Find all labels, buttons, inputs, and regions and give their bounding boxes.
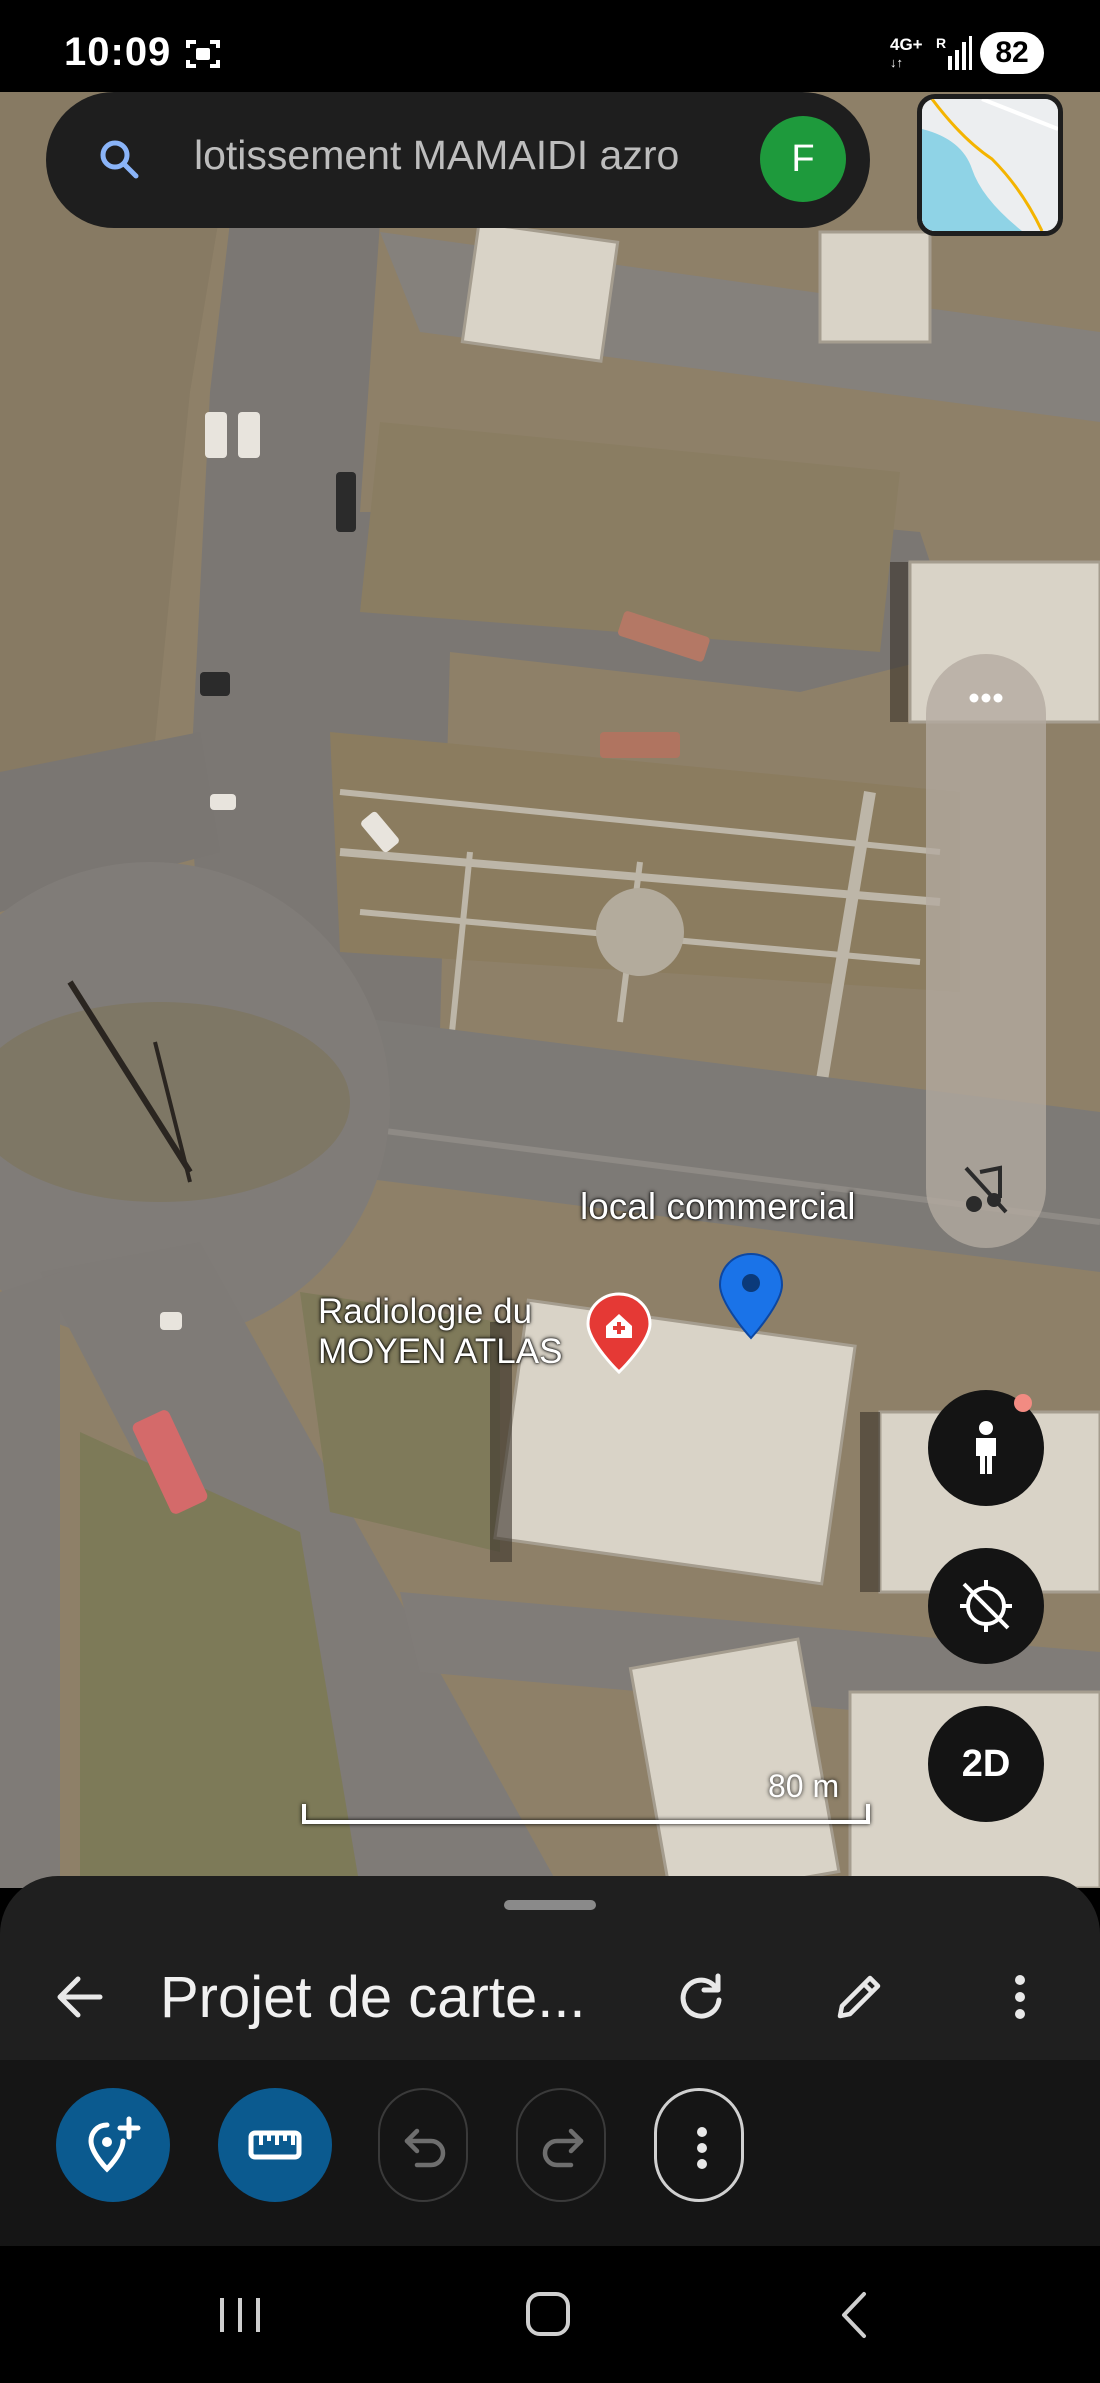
compass-off-icon	[960, 1580, 1012, 1632]
add-place-icon	[88, 2116, 141, 2173]
redo-button[interactable]	[516, 2088, 606, 2202]
more-tools-button[interactable]	[654, 2088, 744, 2202]
status-time: 10:09	[64, 30, 172, 74]
scale-label: 80 m	[768, 1768, 840, 1804]
street-view-icon	[976, 1421, 996, 1474]
measure-button[interactable]	[218, 2088, 332, 2202]
project-toolbar	[0, 2060, 1100, 2246]
recent-apps-icon[interactable]	[200, 2280, 280, 2350]
search-input[interactable]: lotissement MAMAIDI azro	[194, 132, 774, 179]
refresh-icon[interactable]	[670, 1966, 732, 2028]
project-bottom-sheet: Projet de carte...	[0, 1876, 1100, 2246]
home-icon[interactable]	[508, 2280, 588, 2350]
redo-icon	[542, 2128, 584, 2168]
system-navigation-bar	[0, 2246, 1100, 2383]
edit-pencil-icon[interactable]	[828, 1966, 890, 2028]
view-mode-2d-button[interactable]: 2D	[928, 1706, 1044, 1822]
poi-label-line1: Radiologie du	[318, 1292, 533, 1331]
poi-label[interactable]: Radiologie du MOYEN ATLAS	[318, 1292, 562, 1372]
ruler-icon	[248, 2130, 302, 2160]
back-arrow-icon[interactable]	[50, 1966, 112, 2028]
compass-button[interactable]	[928, 1548, 1044, 1664]
overflow-menu-icon[interactable]	[1000, 1966, 1040, 2028]
street-view-button[interactable]	[928, 1390, 1044, 1506]
pin-label[interactable]: local commercial	[580, 1186, 856, 1228]
project-title[interactable]: Projet de carte...	[160, 1964, 586, 2031]
data-arrows-icon: ↓↑	[890, 55, 903, 70]
more-options-icon[interactable]	[968, 692, 1004, 704]
notification-dot	[1014, 1394, 1032, 1412]
search-bar[interactable]: lotissement MAMAIDI azro F	[46, 92, 870, 228]
account-avatar[interactable]: F	[760, 116, 846, 202]
undo-icon	[404, 2128, 446, 2168]
status-bar: 10:09 4G+ ↓↑ R 82	[0, 0, 1100, 92]
network-label: 4G+	[890, 35, 923, 54]
back-nav-icon[interactable]	[816, 2280, 896, 2350]
more-vertical-icon	[697, 2127, 707, 2169]
undo-button[interactable]	[378, 2088, 468, 2202]
signal-icon: R	[936, 35, 972, 70]
sound-off-icon[interactable]	[962, 1164, 1010, 1216]
minimap-thumbnail[interactable]	[917, 94, 1063, 236]
screen-record-icon	[186, 40, 220, 68]
minimap-image	[922, 99, 1058, 231]
hospital-pin-icon[interactable]	[586, 1292, 652, 1374]
sheet-header: Projet de carte...	[0, 1936, 1100, 2062]
search-icon[interactable]	[94, 134, 144, 184]
roaming-label: R	[936, 35, 946, 51]
poi-label-line2: MOYEN ATLAS	[318, 1332, 563, 1371]
map-tools-panel	[926, 654, 1046, 1248]
network-type: 4G+ ↓↑	[890, 36, 923, 71]
map-view[interactable]: lotissement MAMAIDI azro F local commerc…	[0, 92, 1100, 1888]
scale-bar	[302, 1804, 870, 1824]
add-place-button[interactable]	[56, 2088, 170, 2202]
battery-indicator: 82	[980, 32, 1044, 74]
sheet-drag-handle[interactable]	[504, 1900, 596, 1910]
location-pin-icon[interactable]	[718, 1252, 784, 1340]
